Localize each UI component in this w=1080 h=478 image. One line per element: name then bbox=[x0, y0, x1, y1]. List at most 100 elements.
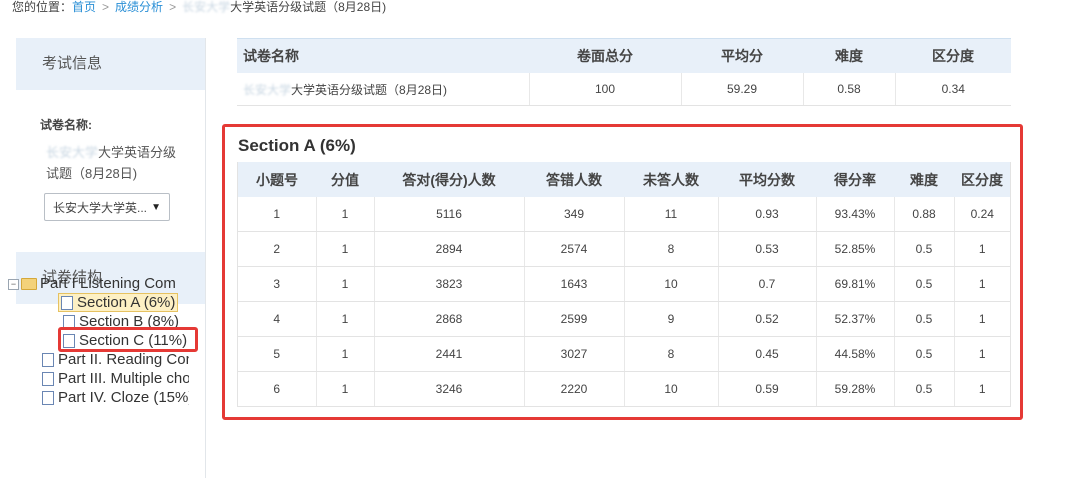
paper-select-dropdown[interactable]: 长安大学大学英... ▼ bbox=[44, 193, 170, 221]
cell-average-score: 0.53 bbox=[718, 231, 817, 267]
table-row: 3 1 3823 1643 10 0.7 69.81% 0.5 1 bbox=[237, 266, 1011, 302]
cell-difficulty: 0.5 bbox=[894, 266, 955, 302]
cell-question-no: 3 bbox=[237, 266, 317, 302]
breadcrumb-current: 大学英语分级试题（8月28日) bbox=[230, 0, 387, 14]
cell-score-value: 1 bbox=[316, 197, 375, 232]
cell-question-no: 5 bbox=[237, 336, 317, 372]
tree-node-label: Part III. Multiple cho bbox=[58, 370, 189, 387]
breadcrumb-current-redacted: 长安大学 bbox=[182, 0, 231, 14]
cell-score-value: 1 bbox=[316, 301, 375, 337]
header-total-score: 卷面总分 bbox=[529, 38, 681, 73]
cell-difficulty: 0.5 bbox=[894, 231, 955, 267]
cell-score-value: 1 bbox=[316, 266, 375, 302]
highlight-box-tree-selection bbox=[58, 327, 198, 352]
header-average: 平均分 bbox=[681, 38, 803, 73]
cell-wrong-count: 2599 bbox=[524, 301, 625, 337]
cell-average-score: 0.45 bbox=[718, 336, 817, 372]
cell-score-rate: 93.43% bbox=[816, 197, 895, 232]
table-header-row: 试卷名称 卷面总分 平均分 难度 区分度 bbox=[237, 38, 1011, 73]
table-header-row: 小题号 分值 答对(得分)人数 答错人数 未答人数 平均分数 得分率 难度 区分… bbox=[237, 162, 1011, 197]
cell-wrong-count: 2574 bbox=[524, 231, 625, 267]
cell-question-no: 6 bbox=[237, 371, 317, 407]
paper-name-line2: 试题（8月28日) bbox=[46, 166, 138, 181]
breadcrumb-prefix: 您的位置： bbox=[12, 0, 73, 14]
exam-info-header: 考试信息 bbox=[16, 38, 205, 90]
paper-name-text: 大学英语分级试题（8月28日) bbox=[291, 82, 448, 97]
header-question-no: 小题号 bbox=[237, 162, 316, 197]
cell-score-rate: 69.81% bbox=[816, 266, 895, 302]
cell-wrong-count: 349 bbox=[524, 197, 625, 232]
cell-correct-count: 5116 bbox=[374, 197, 525, 232]
cell-score-rate: 59.28% bbox=[816, 371, 895, 407]
header-average-score: 平均分数 bbox=[718, 162, 816, 197]
cell-score-value: 1 bbox=[316, 336, 375, 372]
folder-icon bbox=[21, 278, 37, 291]
cell-correct-count: 3823 bbox=[374, 266, 525, 302]
tree-node-part2[interactable]: Part II. Reading Con bbox=[8, 350, 189, 369]
tree-node-part4[interactable]: Part IV. Cloze (15%) bbox=[8, 388, 189, 407]
cell-average-score: 0.7 bbox=[718, 266, 817, 302]
section-detail-table: 小题号 分值 答对(得分)人数 答错人数 未答人数 平均分数 得分率 难度 区分… bbox=[237, 162, 1011, 407]
cell-question-no: 1 bbox=[237, 197, 317, 232]
cell-score-rate: 44.58% bbox=[816, 336, 895, 372]
document-icon bbox=[42, 372, 54, 387]
cell-score-value: 1 bbox=[316, 371, 375, 407]
header-score-value: 分值 bbox=[316, 162, 374, 197]
cell-correct-count: 3246 bbox=[374, 371, 525, 407]
left-panel: 考试信息 试卷名称: 长安大学大学英语分级 试题（8月28日) 长安大学大学英.… bbox=[16, 38, 206, 478]
tree-node-section-a[interactable]: Section A (6%) bbox=[8, 293, 189, 312]
cell-unanswered-count: 8 bbox=[624, 336, 719, 372]
header-correct-count: 答对(得分)人数 bbox=[374, 162, 524, 197]
cell-question-no: 2 bbox=[237, 231, 317, 267]
table-row: 2 1 2894 2574 8 0.53 52.85% 0.5 1 bbox=[237, 231, 1011, 267]
header-discrimination: 区分度 bbox=[895, 38, 1011, 73]
table-row: 5 1 2441 3027 8 0.45 44.58% 0.5 1 bbox=[237, 336, 1011, 372]
cell-discrimination: 1 bbox=[954, 301, 1011, 337]
section-detail-body: 1 1 5116 349 11 0.93 93.43% 0.88 0.24 2 1 2894 2574 8… bbox=[237, 197, 1011, 407]
cell-discrimination: 0.34 bbox=[895, 73, 1011, 106]
cell-unanswered-count: 11 bbox=[624, 197, 719, 232]
cell-unanswered-count: 10 bbox=[624, 371, 719, 407]
cell-average-score: 0.52 bbox=[718, 301, 817, 337]
tree-node-selected: Section A (6%) bbox=[58, 293, 179, 312]
table-row: 1 1 5116 349 11 0.93 93.43% 0.88 0.24 bbox=[237, 197, 1011, 232]
tree-node-label: Section A (6%) bbox=[77, 294, 176, 311]
paper-select-value: 长安大学大学英... bbox=[53, 201, 148, 215]
cell-correct-count: 2868 bbox=[374, 301, 525, 337]
cell-score-rate: 52.85% bbox=[816, 231, 895, 267]
cell-difficulty: 0.88 bbox=[894, 197, 955, 232]
breadcrumb-home-link[interactable]: 首页 bbox=[72, 0, 96, 14]
table-row: 4 1 2868 2599 9 0.52 52.37% 0.5 1 bbox=[237, 301, 1011, 337]
cell-unanswered-count: 8 bbox=[624, 231, 719, 267]
tree-node-label: Part II. Reading Con bbox=[58, 351, 189, 368]
document-icon bbox=[42, 391, 54, 406]
table-row: 长安大学大学英语分级试题（8月28日) 100 59.29 0.58 0.34 bbox=[237, 73, 1011, 106]
cell-difficulty: 0.5 bbox=[894, 336, 955, 372]
cell-paper-name: 长安大学大学英语分级试题（8月28日) bbox=[237, 73, 530, 106]
cell-unanswered-count: 9 bbox=[624, 301, 719, 337]
breadcrumb-separator: > bbox=[169, 0, 177, 14]
table-row: 6 1 3246 2220 10 0.59 59.28% 0.5 1 bbox=[237, 371, 1011, 407]
paper-name-value: 长安大学大学英语分级 试题（8月28日) bbox=[46, 142, 196, 184]
cell-question-no: 4 bbox=[237, 301, 317, 337]
breadcrumb-analysis-link[interactable]: 成绩分析 bbox=[115, 0, 163, 14]
paper-name-redacted: 长安大学 bbox=[243, 82, 292, 97]
header-unanswered-count: 未答人数 bbox=[624, 162, 718, 197]
cell-wrong-count: 3027 bbox=[524, 336, 625, 372]
document-icon bbox=[42, 353, 54, 368]
paper-name-redacted: 长安大学 bbox=[46, 145, 99, 160]
cell-correct-count: 2441 bbox=[374, 336, 525, 372]
header-paper-name: 试卷名称 bbox=[237, 38, 529, 73]
cell-unanswered-count: 10 bbox=[624, 266, 719, 302]
tree-node-part3[interactable]: Part III. Multiple cho bbox=[8, 369, 189, 388]
exam-summary-table: 试卷名称 卷面总分 平均分 难度 区分度 长安大学大学英语分级试题（8月28日)… bbox=[237, 38, 1011, 106]
document-icon bbox=[61, 296, 73, 311]
tree-node-part1[interactable]: − Part I Listening Com bbox=[8, 274, 189, 293]
cell-correct-count: 2894 bbox=[374, 231, 525, 267]
cell-discrimination: 0.24 bbox=[954, 197, 1011, 232]
header-difficulty: 难度 bbox=[894, 162, 954, 197]
collapse-toggle-icon[interactable]: − bbox=[8, 278, 19, 290]
cell-wrong-count: 1643 bbox=[524, 266, 625, 302]
cell-discrimination: 1 bbox=[954, 231, 1011, 267]
tree-node-label: Part IV. Cloze (15%) bbox=[58, 389, 189, 406]
